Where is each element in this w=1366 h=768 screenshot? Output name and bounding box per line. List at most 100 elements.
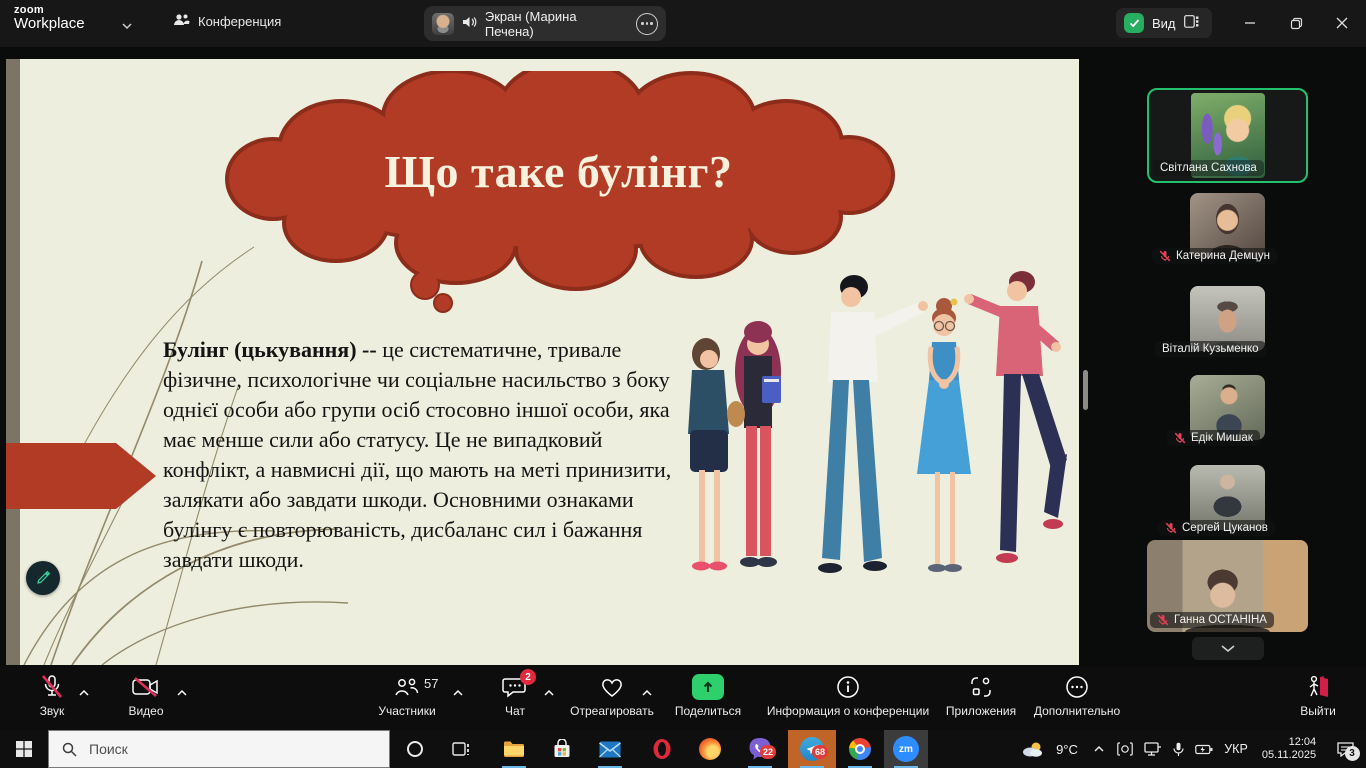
chat-label: Чат <box>505 704 525 718</box>
more-participants-button[interactable] <box>1192 637 1264 660</box>
slide-body-text: Булінг (цькування) -- це систематичне, т… <box>163 335 693 575</box>
telegram-badge: 68 <box>812 745 828 759</box>
speaker-icon <box>462 15 477 32</box>
telegram-button[interactable]: 68 <box>788 730 836 768</box>
firefox-button[interactable] <box>690 730 730 768</box>
meeting-info-button[interactable]: Информация о конференции <box>760 674 936 718</box>
pencil-icon <box>35 570 51 586</box>
notification-count-badge: 3 <box>1345 746 1360 761</box>
search-icon <box>62 742 77 757</box>
view-button-label[interactable]: Вид <box>1152 16 1176 31</box>
view-layout-icon[interactable] <box>1184 15 1199 31</box>
panel-resize-handle[interactable] <box>1083 370 1088 410</box>
chat-button[interactable]: 2 Чат <box>490 674 540 718</box>
avatar <box>432 13 454 35</box>
file-explorer-button[interactable] <box>494 730 534 768</box>
participants-options-chevron[interactable] <box>452 684 464 702</box>
viber-button[interactable]: 22 <box>738 730 782 768</box>
bullying-illustration <box>666 262 1079 594</box>
participant-name: Світлана Сахнова <box>1160 162 1257 174</box>
participant-name: Едік Мишак <box>1191 432 1253 444</box>
microsoft-store-icon <box>552 739 572 759</box>
clock[interactable]: 12:04 05.11.2025 <box>1254 736 1324 762</box>
minimize-button[interactable] <box>1236 10 1264 36</box>
brand-chevron-down-icon[interactable] <box>121 17 133 35</box>
participant-name-label: Світлана Сахнова <box>1153 160 1264 176</box>
leave-label: Выйти <box>1300 704 1336 718</box>
react-options-chevron[interactable] <box>641 684 653 702</box>
info-label: Информация о конференции <box>767 704 929 718</box>
tab-screen-share[interactable]: Экран (Марина Печена) <box>424 6 666 41</box>
tray-temperature[interactable]: 9°C <box>1048 742 1086 757</box>
close-button[interactable] <box>1328 10 1356 36</box>
slide-body-lead: Булінг (цькування) -- <box>163 337 377 362</box>
leave-meeting-button[interactable]: Выйти <box>1290 674 1346 718</box>
microsoft-store-button[interactable] <box>542 730 582 768</box>
more-ellipsis-icon <box>1065 674 1089 700</box>
annotation-pencil-button[interactable] <box>26 561 60 595</box>
mail-icon <box>599 741 621 758</box>
search-placeholder: Поиск <box>89 741 128 757</box>
mic-muted-icon <box>1165 522 1177 534</box>
more-label: Дополнительно <box>1034 704 1120 718</box>
mail-button[interactable] <box>590 730 630 768</box>
share-label: Поделиться <box>675 704 741 718</box>
participant-name: Сергей Цуканов <box>1182 522 1268 534</box>
tray-microphone-icon[interactable] <box>1166 742 1190 757</box>
tray-chevron-up-icon[interactable] <box>1086 745 1112 753</box>
shared-screen-slide: Що таке булінг? Булінг (цькування) -- це… <box>6 59 1079 665</box>
info-icon <box>836 674 860 700</box>
chat-badge: 2 <box>520 669 536 685</box>
mic-muted-icon <box>1174 432 1186 444</box>
zoom-app-icon: zm <box>893 736 919 762</box>
audio-options-chevron[interactable] <box>78 684 90 702</box>
cortana-button[interactable] <box>394 730 436 768</box>
tray-battery-icon[interactable] <box>1190 744 1218 755</box>
participant-name: Ганна ОСТАНІНА <box>1174 614 1267 626</box>
chat-icon: 2 <box>502 674 528 700</box>
participant-name: Віталій Кузьменко <box>1162 343 1259 355</box>
participant-tile-active-speaker[interactable]: Світлана Сахнова <box>1147 88 1308 183</box>
action-center-button[interactable]: 3 <box>1324 742 1366 757</box>
audio-button[interactable]: Звук <box>26 674 78 718</box>
red-arrow-decoration <box>6 439 164 513</box>
participants-button[interactable]: 57 Участники <box>369 674 445 718</box>
chrome-button[interactable] <box>840 730 880 768</box>
language-indicator[interactable]: УКР <box>1218 742 1254 756</box>
zoom-app-button[interactable]: zm <box>884 730 928 768</box>
brand-workplace: Workplace <box>14 15 85 32</box>
participant-name: Катерина Демцун <box>1176 250 1270 262</box>
weather-icon[interactable] <box>1018 741 1048 757</box>
zoom-workplace-logo: zoom Workplace <box>14 4 85 32</box>
opera-icon <box>652 738 672 760</box>
tab-screen-label: Экран (Марина Печена) <box>485 9 628 39</box>
participant-name-label: Сергей Цуканов <box>1158 520 1275 536</box>
titlebar: zoom Workplace Конференция Экран (Марина… <box>0 0 1366 47</box>
windows-taskbar: Поиск 22 <box>0 730 1366 768</box>
viber-badge: 22 <box>760 745 776 759</box>
participants-label: Участники <box>378 704 435 718</box>
chat-options-chevron[interactable] <box>543 684 555 702</box>
share-screen-button[interactable]: Поделиться <box>668 674 748 718</box>
restore-button[interactable] <box>1282 10 1310 36</box>
tab-options-ellipsis-icon[interactable] <box>636 13 658 35</box>
start-button[interactable] <box>0 730 48 768</box>
participant-name-label: Віталій Кузьменко <box>1155 341 1266 357</box>
video-button[interactable]: Видео <box>116 674 176 718</box>
file-explorer-icon <box>503 740 525 758</box>
tab-conference[interactable]: Конференция <box>172 12 281 31</box>
mic-muted-icon <box>40 674 64 700</box>
zoom-meeting-window: zoom Workplace Конференция Экран (Марина… <box>0 0 1366 768</box>
video-options-chevron[interactable] <box>176 684 188 702</box>
tray-capture-icon[interactable] <box>1112 742 1138 756</box>
video-label: Видео <box>128 704 163 718</box>
apps-button[interactable]: Приложения <box>938 674 1024 718</box>
more-button[interactable]: Дополнительно <box>1026 674 1128 718</box>
task-view-button[interactable] <box>440 730 482 768</box>
security-shield-icon[interactable] <box>1124 13 1144 33</box>
opera-button[interactable] <box>642 730 682 768</box>
leave-icon <box>1305 674 1331 700</box>
tray-network-icon[interactable] <box>1138 742 1166 756</box>
taskbar-search-input[interactable]: Поиск <box>48 730 390 768</box>
participants-count: 57 <box>424 676 438 691</box>
